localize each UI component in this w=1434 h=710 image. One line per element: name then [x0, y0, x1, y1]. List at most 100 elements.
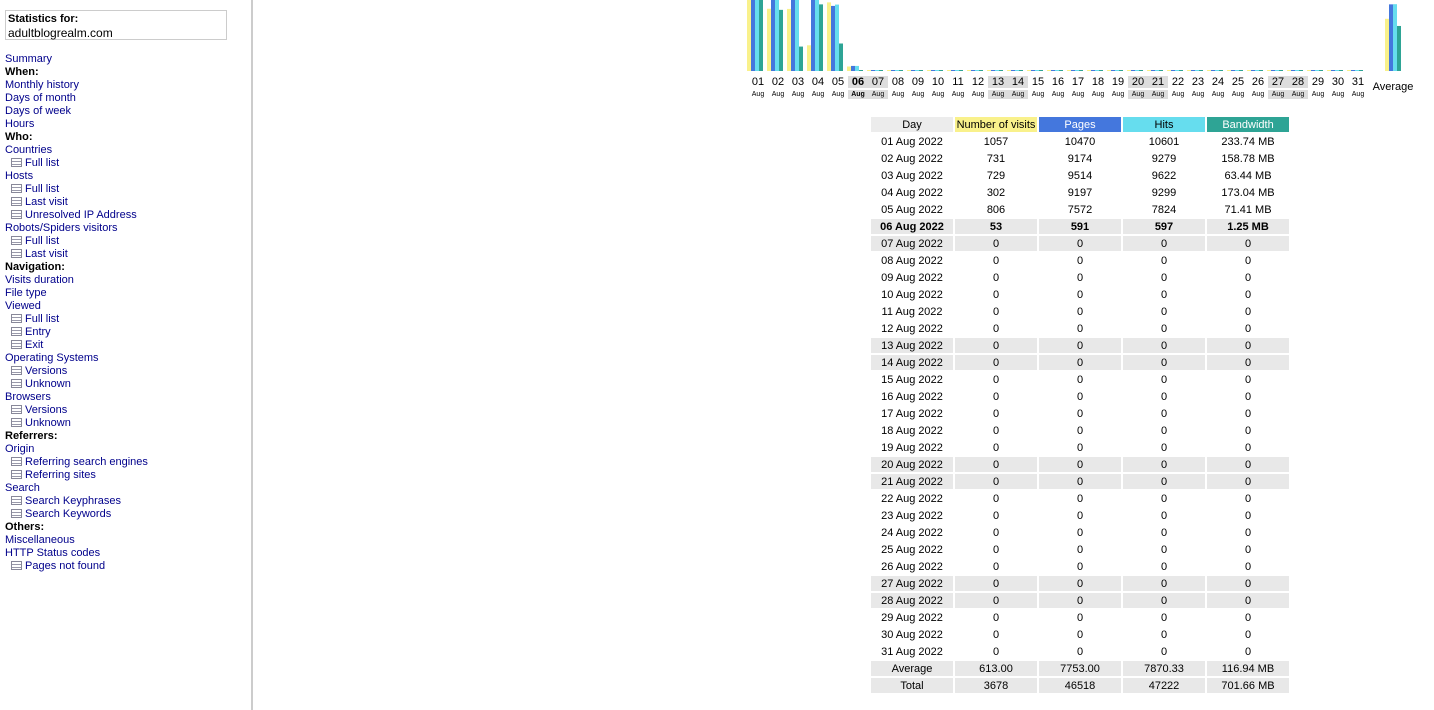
- menu-link-referring-search-engines[interactable]: Referring search engines: [25, 456, 148, 468]
- menu-link-viewed[interactable]: Viewed: [5, 300, 41, 312]
- value-cell: 0: [1160, 543, 1168, 556]
- menu-link-last-visit[interactable]: Last visit: [25, 196, 68, 208]
- value-cell: 0: [992, 322, 1000, 335]
- day-cell: 30 Aug 2022: [881, 628, 943, 641]
- menu-link-hosts[interactable]: Hosts: [5, 170, 33, 182]
- column-header: Pages: [1039, 117, 1121, 132]
- bar-visits-04: [807, 45, 811, 71]
- x-tick-month: Aug: [791, 91, 805, 98]
- value-cell: 9514: [1067, 169, 1093, 182]
- menu-link-search-keyphrases[interactable]: Search Keyphrases: [25, 495, 121, 507]
- day-cell: 14 Aug 2022: [871, 355, 953, 370]
- value-cell: 0: [1244, 611, 1252, 624]
- value-cell: 0: [1207, 457, 1289, 472]
- menu-link-file-type[interactable]: File type: [5, 287, 47, 299]
- menu-link-miscellaneous[interactable]: Miscellaneous: [5, 534, 75, 546]
- menu-link-unknown[interactable]: Unknown: [25, 378, 71, 390]
- value-cell: 0: [1039, 457, 1121, 472]
- bar-hits-26: [1255, 70, 1259, 71]
- x-tick-day: 29: [1311, 76, 1325, 88]
- menu-link-versions[interactable]: Versions: [25, 365, 67, 377]
- bar-pages-30: [1331, 70, 1335, 71]
- sub-item-icon: [11, 327, 22, 336]
- bar-hits-10: [935, 70, 939, 71]
- bar-hits-08: [895, 70, 899, 71]
- menu-link-monthly-history[interactable]: Monthly history: [5, 79, 79, 91]
- bar-hits-12: [975, 70, 979, 71]
- menu-link-origin[interactable]: Origin: [5, 443, 34, 455]
- value-cell: 0: [1076, 288, 1084, 301]
- menu-link-last-visit[interactable]: Last visit: [25, 248, 68, 260]
- menu-row: Exit: [5, 339, 148, 352]
- bar-pages-23: [1191, 70, 1195, 71]
- menu-link-full-list[interactable]: Full list: [25, 235, 59, 247]
- menu-link-hours[interactable]: Hours: [5, 118, 34, 130]
- day-cell: 15 Aug 2022: [881, 373, 943, 386]
- menu-link-visits-duration[interactable]: Visits duration: [5, 274, 74, 286]
- menu-row: Unknown: [5, 417, 148, 430]
- value-cell: 0: [1076, 492, 1084, 505]
- menu-link-entry[interactable]: Entry: [25, 326, 51, 338]
- bar-visits-31: [1347, 70, 1351, 71]
- menu-row: Referring search engines: [5, 456, 148, 469]
- menu-section-heading: When:: [5, 66, 39, 78]
- value-cell: 7572: [1067, 203, 1093, 216]
- bar-visits-13: [987, 70, 991, 71]
- menu-link-pages-not-found[interactable]: Pages not found: [25, 560, 105, 572]
- value-cell: 158.78 MB: [1221, 152, 1275, 165]
- menu-row: Viewed: [5, 300, 148, 313]
- x-tick-month: Aug: [1128, 90, 1148, 99]
- menu-link-browsers[interactable]: Browsers: [5, 391, 51, 403]
- menu-link-search-keywords[interactable]: Search Keywords: [25, 508, 111, 520]
- menu-link-referring-sites[interactable]: Referring sites: [25, 469, 96, 481]
- day-cell: 20 Aug 2022: [871, 457, 953, 472]
- bar-hits-20: [1135, 70, 1139, 71]
- value-cell: 0: [1160, 645, 1168, 658]
- menu-link-countries[interactable]: Countries: [5, 144, 52, 156]
- menu-link-unknown[interactable]: Unknown: [25, 417, 71, 429]
- bar-pages-25: [1231, 70, 1235, 71]
- menu-link-robots-spiders-visitors[interactable]: Robots/Spiders visitors: [5, 222, 118, 234]
- menu-link-days-of-month[interactable]: Days of month: [5, 92, 76, 104]
- menu-link-exit[interactable]: Exit: [25, 339, 43, 351]
- menu-row: Entry: [5, 326, 148, 339]
- menu-link-unresolved-ip-address[interactable]: Unresolved IP Address: [25, 209, 137, 221]
- value-cell: 9299: [1151, 186, 1177, 199]
- menu-link-full-list[interactable]: Full list: [25, 313, 59, 325]
- table-row: 04 Aug 2022 302 9197 9299 173.04 MB: [871, 185, 1289, 200]
- bar-visits-06: [847, 66, 851, 71]
- menu-link-summary[interactable]: Summary: [5, 53, 52, 65]
- value-cell: 0: [1039, 576, 1121, 591]
- bar-hits-11: [955, 70, 959, 71]
- value-cell: 3678: [955, 678, 1037, 693]
- value-cell: 1.25 MB: [1207, 219, 1289, 234]
- menu-row: Hours: [5, 118, 148, 131]
- sub-item-icon: [11, 418, 22, 427]
- bar-pages-29: [1311, 70, 1315, 71]
- value-cell: 0: [992, 611, 1000, 624]
- x-tick-month: Aug: [931, 91, 945, 98]
- menu-link-search[interactable]: Search: [5, 482, 40, 494]
- bar-visits-15: [1027, 70, 1031, 71]
- menu-link-full-list[interactable]: Full list: [25, 183, 59, 195]
- table-row: 26 Aug 2022 0 0 0 0: [871, 559, 1289, 574]
- days-of-month-table: Day Number of visits Pages Hits Bandwidth 01…: [869, 115, 1291, 695]
- bar-visits-30: [1327, 70, 1331, 71]
- menu-link-operating-systems[interactable]: Operating Systems: [5, 352, 99, 364]
- table-row: Average 613.00 7753.00 7870.33 116.94 MB: [871, 661, 1289, 676]
- value-cell: 53: [955, 219, 1037, 234]
- menu-link-http-status-codes[interactable]: HTTP Status codes: [5, 547, 100, 559]
- menu-row: Search: [5, 482, 148, 495]
- x-tick-month: Aug: [971, 91, 985, 98]
- menu-link-full-list[interactable]: Full list: [25, 157, 59, 169]
- menu-row: Last visit: [5, 196, 148, 209]
- x-tick-day: 18: [1091, 76, 1105, 88]
- day-cell: 03 Aug 2022: [881, 169, 943, 182]
- x-tick-month: Aug: [831, 91, 845, 98]
- column-header: Number of visits: [955, 117, 1037, 132]
- menu-link-days-of-week[interactable]: Days of week: [5, 105, 71, 117]
- value-cell: 9622: [1151, 169, 1177, 182]
- menu-link-versions[interactable]: Versions: [25, 404, 67, 416]
- table-row: 29 Aug 2022 0 0 0 0: [871, 610, 1289, 625]
- bar-pages-31: [1351, 70, 1355, 71]
